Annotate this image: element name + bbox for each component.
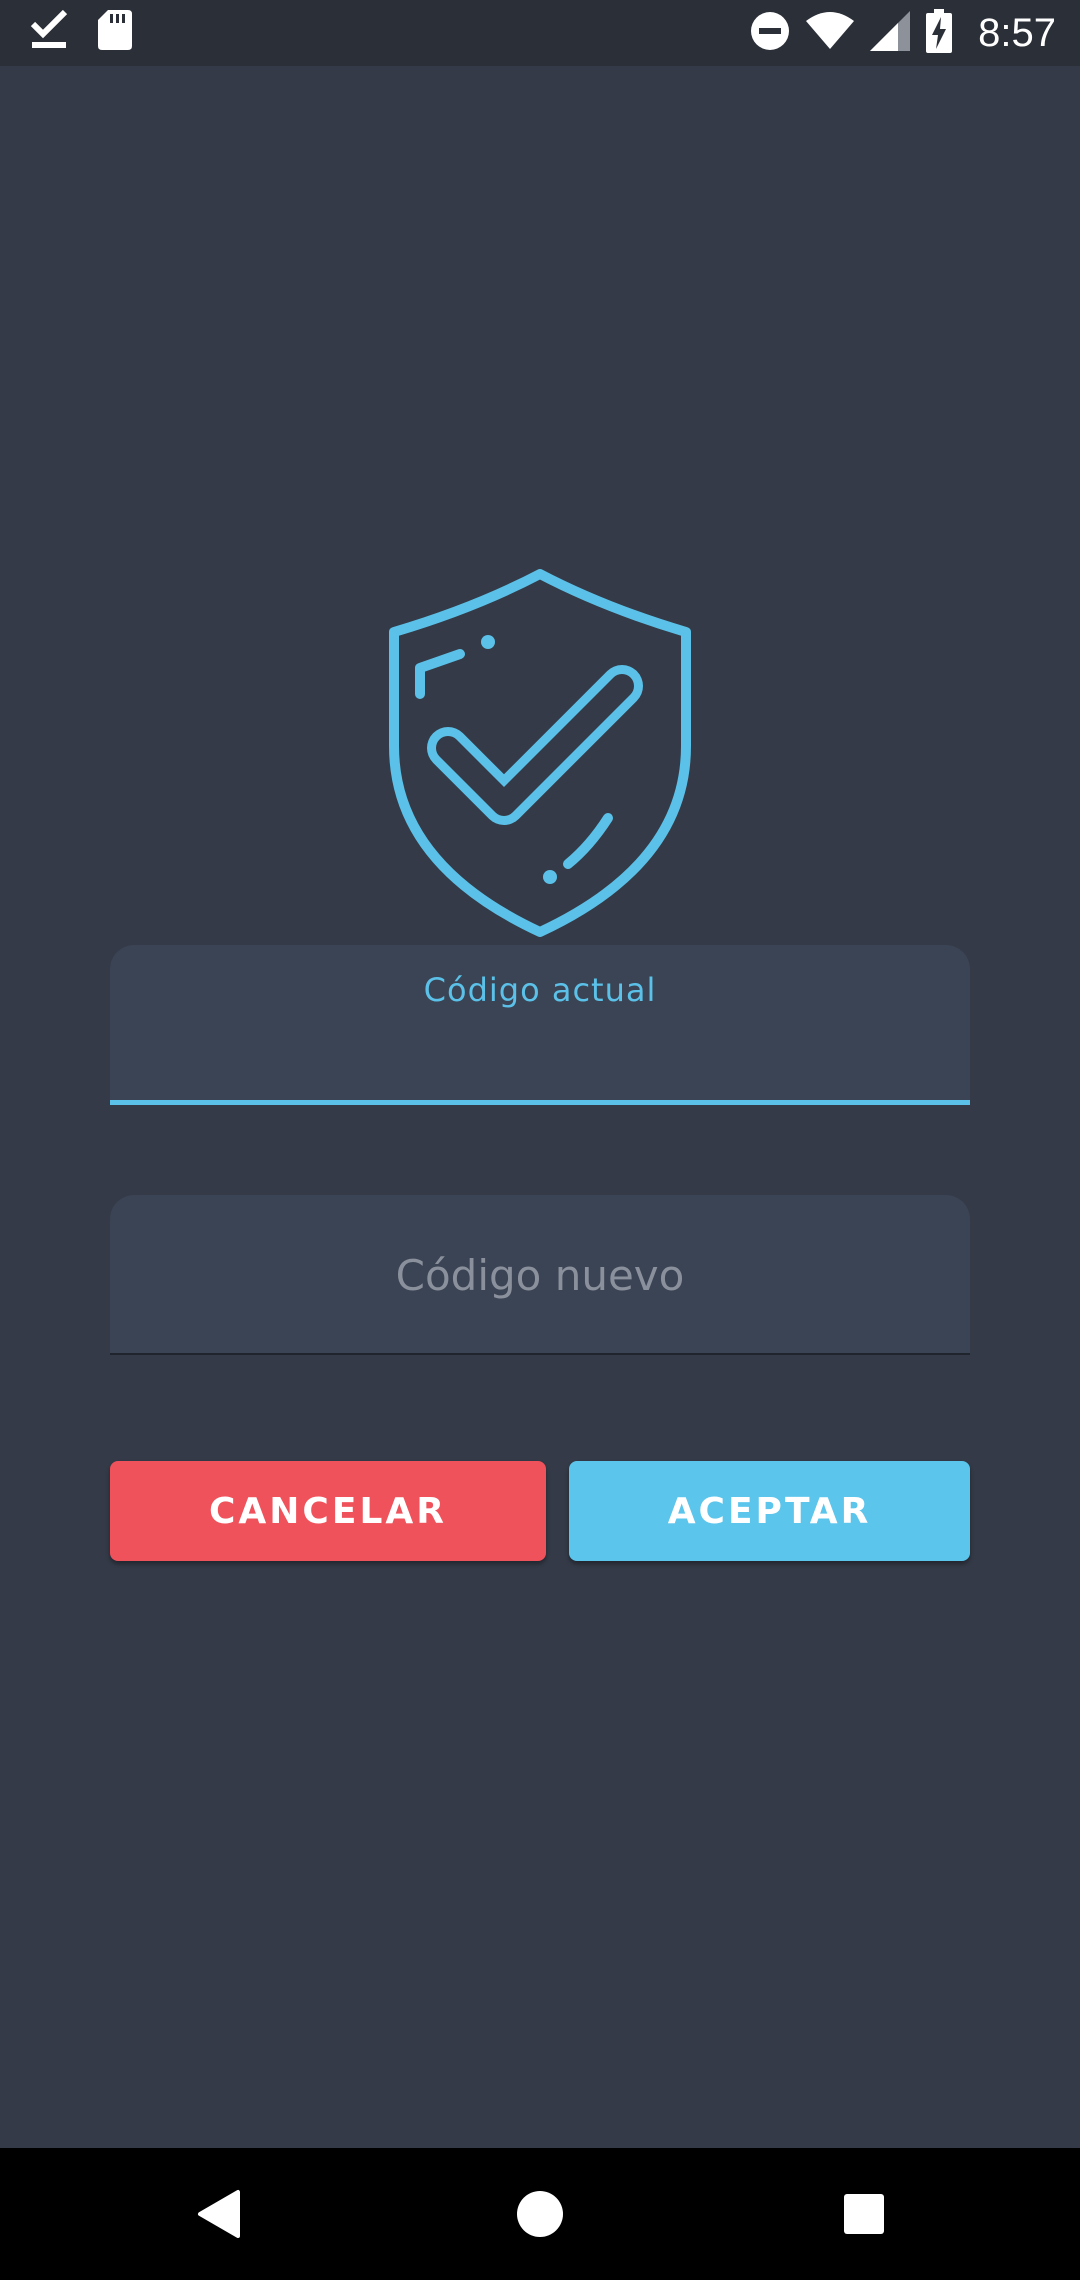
shield-check-icon	[380, 566, 700, 946]
back-icon[interactable]	[194, 2188, 246, 2240]
new-code-input[interactable]	[130, 1235, 950, 1315]
current-code-field[interactable]: Código actual	[110, 945, 970, 1105]
current-code-label: Código actual	[423, 971, 657, 1009]
accept-button[interactable]: ACEPTAR	[569, 1461, 970, 1561]
battery-charging-icon	[926, 9, 953, 57]
status-bar: 8:57	[0, 0, 1080, 66]
main-content	[0, 66, 1080, 2148]
navigation-bar	[0, 2148, 1080, 2280]
download-done-icon	[30, 9, 68, 54]
new-code-field[interactable]	[110, 1195, 970, 1355]
cancel-button[interactable]: CANCELAR	[110, 1461, 546, 1561]
wifi-icon	[806, 11, 855, 55]
current-code-input[interactable]	[130, 1005, 950, 1085]
sd-card-icon	[98, 10, 132, 54]
home-icon[interactable]	[514, 2188, 566, 2240]
cell-signal-icon	[870, 11, 911, 55]
recents-icon[interactable]	[838, 2188, 890, 2240]
clock: 8:57	[978, 11, 1056, 55]
do-not-disturb-icon	[750, 11, 790, 55]
